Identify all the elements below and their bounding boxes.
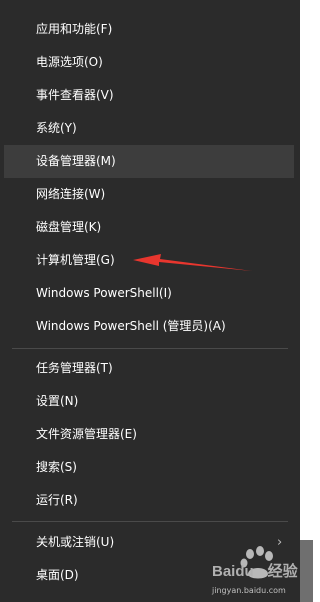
menu-item-disk-management[interactable]: 磁盘管理(K) bbox=[4, 211, 294, 244]
desktop-edge bbox=[300, 0, 313, 602]
menu-item-search[interactable]: 搜索(S) bbox=[4, 451, 294, 484]
menu-item-run[interactable]: 运行(R) bbox=[4, 484, 294, 517]
menu-item-system[interactable]: 系统(Y) bbox=[4, 112, 294, 145]
menu-item-computer-management[interactable]: 计算机管理(G) bbox=[4, 244, 294, 277]
menu-item-network-connections[interactable]: 网络连接(W) bbox=[4, 178, 294, 211]
menu-item-apps-and-features[interactable]: 应用和功能(F) bbox=[4, 13, 294, 46]
winx-context-menu: 应用和功能(F) 电源选项(O) 事件查看器(V) 系统(Y) 设备管理器(M)… bbox=[0, 0, 300, 602]
screenshot-canvas: 应用和功能(F) 电源选项(O) 事件查看器(V) 系统(Y) 设备管理器(M)… bbox=[0, 0, 313, 602]
menu-separator bbox=[12, 521, 288, 522]
menu-separator bbox=[12, 348, 288, 349]
menu-item-device-manager[interactable]: 设备管理器(M) bbox=[4, 145, 294, 178]
menu-item-power-options[interactable]: 电源选项(O) bbox=[4, 46, 294, 79]
watermark-brand: Baidu 经验 bbox=[212, 563, 298, 580]
menu-item-event-viewer[interactable]: 事件查看器(V) bbox=[4, 79, 294, 112]
menu-item-windows-powershell[interactable]: Windows PowerShell(I) bbox=[4, 277, 294, 310]
menu-item-task-manager[interactable]: 任务管理器(T) bbox=[4, 352, 294, 385]
watermark-url: jingyan.baidu.com bbox=[212, 586, 286, 595]
baidu-jingyan-watermark: Baidu 经验 jingyan.baidu.com bbox=[212, 546, 312, 602]
menu-item-settings[interactable]: 设置(N) bbox=[4, 385, 294, 418]
menu-item-windows-powershell-admin[interactable]: Windows PowerShell (管理员)(A) bbox=[4, 310, 294, 343]
menu-item-file-explorer[interactable]: 文件资源管理器(E) bbox=[4, 418, 294, 451]
